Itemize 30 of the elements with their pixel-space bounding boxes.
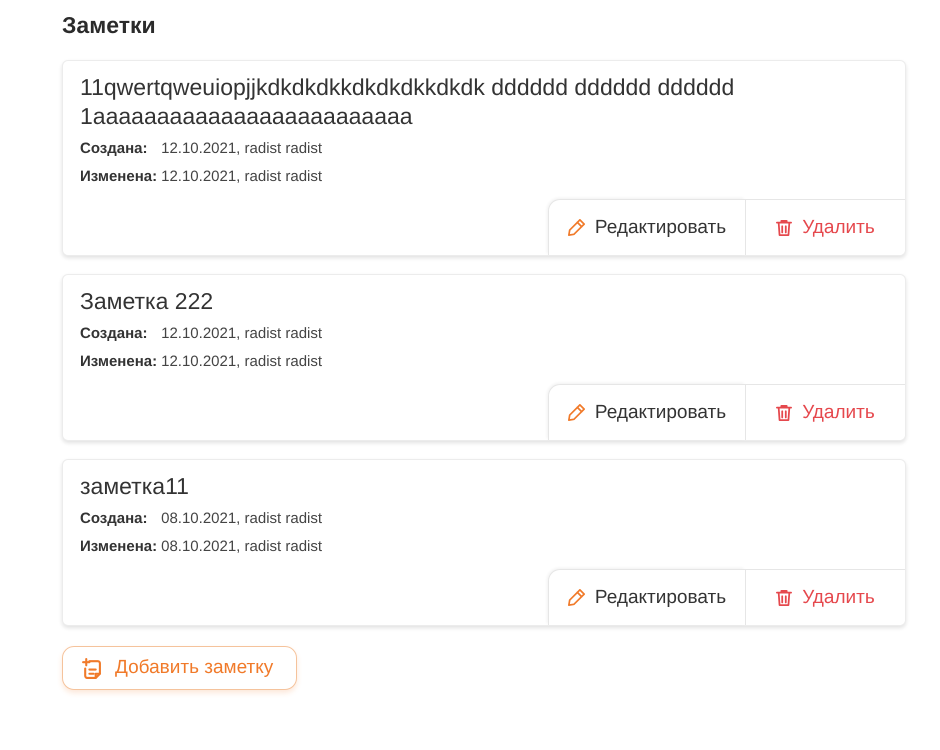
delete-button[interactable]: Удалить — [745, 384, 905, 440]
meta-value: 12.10.2021, radist radist — [161, 139, 324, 159]
meta-label: Изменена: — [80, 167, 158, 187]
add-note-button[interactable]: Добавить заметку — [62, 646, 298, 690]
trash-icon — [776, 404, 792, 420]
trash-icon — [776, 590, 792, 606]
page-title: Заметки — [62, 11, 157, 40]
edit-button[interactable]: Редактировать — [548, 569, 745, 625]
note-title: Заметка 222 — [80, 287, 214, 316]
meta-label: Создана: — [80, 509, 149, 529]
meta-value: 12.10.2021, radist radist — [161, 167, 324, 187]
meta-value: 12.10.2021, radist radist — [161, 324, 324, 344]
delete-button[interactable]: Удалить — [745, 199, 905, 255]
meta-value: 08.10.2021, radist radist — [161, 509, 324, 529]
meta-label: Изменена: — [80, 352, 158, 372]
pencil-icon — [568, 404, 585, 421]
note-title: заметка11 — [80, 472, 190, 501]
note-plus-icon — [82, 658, 101, 678]
edit-button[interactable]: Редактировать — [548, 199, 745, 255]
delete-button[interactable]: Удалить — [745, 569, 905, 625]
meta-value: 08.10.2021, radist radist — [161, 537, 324, 557]
meta-label: Изменена: — [80, 537, 158, 557]
meta-label: Создана: — [80, 324, 149, 344]
trash-icon — [776, 220, 792, 236]
meta-value: 12.10.2021, radist radist — [161, 352, 324, 372]
pencil-icon — [568, 219, 585, 236]
meta-label: Создана: — [80, 139, 149, 159]
pencil-icon — [568, 589, 585, 606]
edit-button[interactable]: Редактировать — [548, 384, 745, 440]
note-title: 11qwertqweuiopjjkdkdkdkkdkdkdkkdkdk dddddd dddddd dddddd 1aaaaaaaaaaaaaaaaaaaaaaaaa — [80, 73, 736, 131]
